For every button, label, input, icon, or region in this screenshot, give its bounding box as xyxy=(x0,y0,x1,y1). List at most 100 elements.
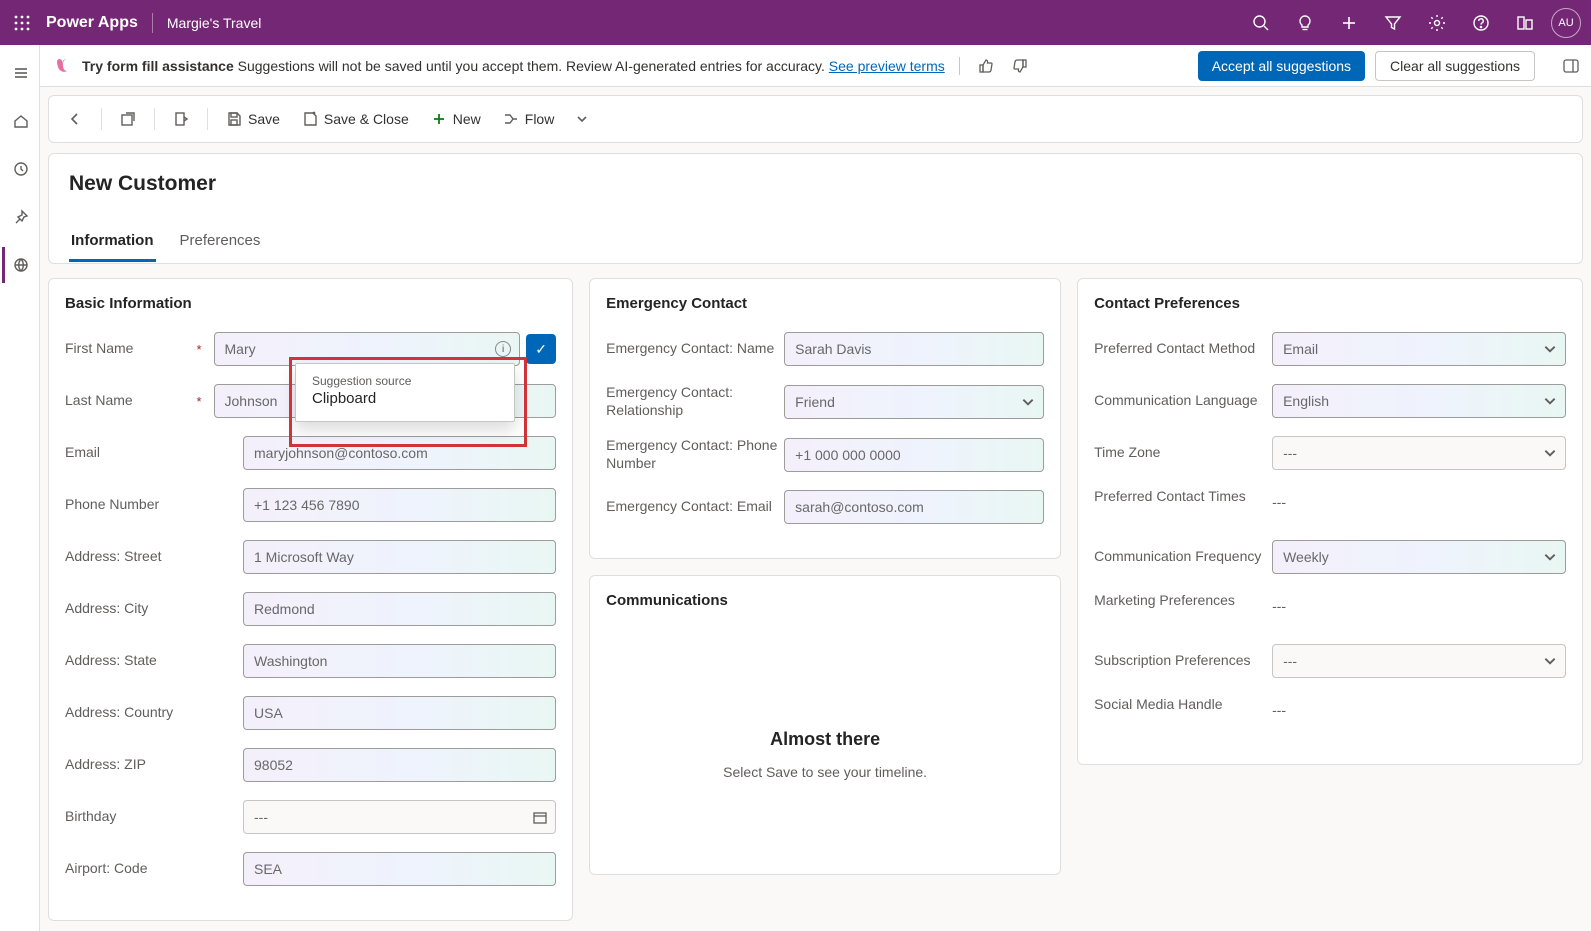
suggestion-banner: Try form fill assistance Suggestions wil… xyxy=(40,45,1591,87)
see-preview-terms-link[interactable]: See preview terms xyxy=(829,58,945,74)
settings-icon[interactable] xyxy=(1415,1,1459,45)
top-app-bar: Power Apps Margie's Travel AU xyxy=(0,0,1591,45)
back-button[interactable] xyxy=(59,105,91,133)
home-icon[interactable] xyxy=(2,103,38,139)
chevron-down-icon xyxy=(1021,395,1035,409)
tz-select[interactable]: --- xyxy=(1272,436,1566,470)
save-button[interactable]: Save xyxy=(218,105,288,133)
mkt-value[interactable]: --- xyxy=(1272,592,1286,614)
search-icon[interactable] xyxy=(1239,1,1283,45)
label-last-name: Last Name xyxy=(65,392,196,410)
left-navigation-rail xyxy=(0,45,40,931)
page-title: New Customer xyxy=(69,172,1562,196)
label-airport: Airport: Code xyxy=(65,860,243,878)
thumbs-up-icon[interactable] xyxy=(974,54,998,78)
org-icon[interactable] xyxy=(1503,1,1547,45)
label-ec-phone: Emergency Contact: Phone Number xyxy=(606,437,784,472)
timeline-empty-title: Almost there xyxy=(606,729,1044,750)
airport-input[interactable]: SEA xyxy=(243,852,556,886)
accept-all-suggestions-button[interactable]: Accept all suggestions xyxy=(1198,51,1365,81)
times-value[interactable]: --- xyxy=(1272,488,1286,510)
filter-icon[interactable] xyxy=(1371,1,1415,45)
app-title: Power Apps xyxy=(46,14,138,32)
lightbulb-icon[interactable] xyxy=(1283,1,1327,45)
section-basic: Basic Information First Name * Maryi ✓ L… xyxy=(48,278,573,921)
label-first-name: First Name xyxy=(65,340,196,358)
help-icon[interactable] xyxy=(1459,1,1503,45)
divider xyxy=(152,13,153,33)
label-phone: Phone Number xyxy=(65,496,243,514)
zip-input[interactable]: 98052 xyxy=(243,748,556,782)
more-commands-chevron-icon[interactable] xyxy=(576,113,588,125)
section-title-prefs: Contact Preferences xyxy=(1094,295,1566,312)
copilot-side-panel-icon[interactable] xyxy=(1559,54,1583,78)
label-city: Address: City xyxy=(65,600,243,618)
label-ec-email: Emergency Contact: Email xyxy=(606,498,784,516)
pinned-icon[interactable] xyxy=(2,199,38,235)
environment-name[interactable]: Margie's Travel xyxy=(167,15,261,31)
thumbs-down-icon[interactable] xyxy=(1008,54,1032,78)
new-button[interactable]: New xyxy=(423,105,489,133)
tab-preferences[interactable]: Preferences xyxy=(178,224,263,262)
suggestion-info-icon[interactable]: i xyxy=(495,341,511,357)
sub-select[interactable]: --- xyxy=(1272,644,1566,678)
label-tz: Time Zone xyxy=(1094,444,1272,462)
form-header: New Customer Information Preferences xyxy=(48,153,1583,264)
birthday-input[interactable]: --- xyxy=(243,800,556,834)
label-times: Preferred Contact Times xyxy=(1094,488,1272,506)
section-communications: Communications Almost there Select Save … xyxy=(589,575,1061,875)
section-emergency: Emergency Contact Emergency Contact: Nam… xyxy=(589,278,1061,559)
add-icon[interactable] xyxy=(1327,1,1371,45)
accept-suggestion-firstname-button[interactable]: ✓ xyxy=(526,334,556,364)
state-input[interactable]: Washington xyxy=(243,644,556,678)
section-title-emergency: Emergency Contact xyxy=(606,295,1044,312)
banner-text: Try form fill assistance Suggestions wil… xyxy=(82,58,945,74)
method-select[interactable]: Email xyxy=(1272,332,1566,366)
flow-button[interactable]: Flow xyxy=(495,105,563,133)
ec-rel-select[interactable]: Friend xyxy=(784,385,1044,419)
label-sub: Subscription Preferences xyxy=(1094,652,1272,670)
chevron-down-icon xyxy=(1543,394,1557,408)
phone-input[interactable]: +1 123 456 7890 xyxy=(243,488,556,522)
street-input[interactable]: 1 Microsoft Way xyxy=(243,540,556,574)
current-entity-icon[interactable] xyxy=(2,247,38,283)
ec-phone-input[interactable]: +1 000 000 0000 xyxy=(784,438,1044,472)
timeline-empty-subtitle: Select Save to see your timeline. xyxy=(606,764,1044,780)
section-title-comm: Communications xyxy=(606,592,1044,609)
label-mkt: Marketing Preferences xyxy=(1094,592,1272,610)
label-freq: Communication Frequency xyxy=(1094,548,1272,566)
chevron-down-icon xyxy=(1543,446,1557,460)
label-email: Email xyxy=(65,444,243,462)
label-street: Address: Street xyxy=(65,548,243,566)
section-contact-prefs: Contact Preferences Preferred Contact Me… xyxy=(1077,278,1583,765)
popover-value: Clipboard xyxy=(312,390,498,407)
ec-name-input[interactable]: Sarah Davis xyxy=(784,332,1044,366)
tab-information[interactable]: Information xyxy=(69,224,156,262)
chevron-down-icon xyxy=(1543,342,1557,356)
copilot-icon xyxy=(54,57,72,75)
label-state: Address: State xyxy=(65,652,243,670)
email-input[interactable]: maryjohnson@contoso.com xyxy=(243,436,556,470)
label-ec-rel: Emergency Contact: Relationship xyxy=(606,384,784,419)
social-value[interactable]: --- xyxy=(1272,696,1286,718)
label-method: Preferred Contact Method xyxy=(1094,340,1272,358)
city-input[interactable]: Redmond xyxy=(243,592,556,626)
app-launcher-icon[interactable] xyxy=(10,11,34,35)
clear-all-suggestions-button[interactable]: Clear all suggestions xyxy=(1375,51,1535,81)
save-close-button[interactable]: Save & Close xyxy=(294,105,417,133)
first-name-input[interactable]: Maryi xyxy=(214,332,521,366)
menu-toggle-icon[interactable] xyxy=(2,55,38,91)
lang-select[interactable]: English xyxy=(1272,384,1566,418)
label-social: Social Media Handle xyxy=(1094,696,1272,714)
section-title-basic: Basic Information xyxy=(65,295,556,312)
calendar-icon xyxy=(533,810,547,824)
freq-select[interactable]: Weekly xyxy=(1272,540,1566,574)
user-avatar[interactable]: AU xyxy=(1551,8,1581,38)
form-assist-icon[interactable] xyxy=(165,105,197,133)
suggestion-source-popover: Suggestion source Clipboard xyxy=(295,363,515,422)
open-new-window-icon[interactable] xyxy=(112,105,144,133)
ec-email-input[interactable]: sarah@contoso.com xyxy=(784,490,1044,524)
country-input[interactable]: USA xyxy=(243,696,556,730)
recent-icon[interactable] xyxy=(2,151,38,187)
command-bar: Save Save & Close New Flow xyxy=(48,95,1583,143)
